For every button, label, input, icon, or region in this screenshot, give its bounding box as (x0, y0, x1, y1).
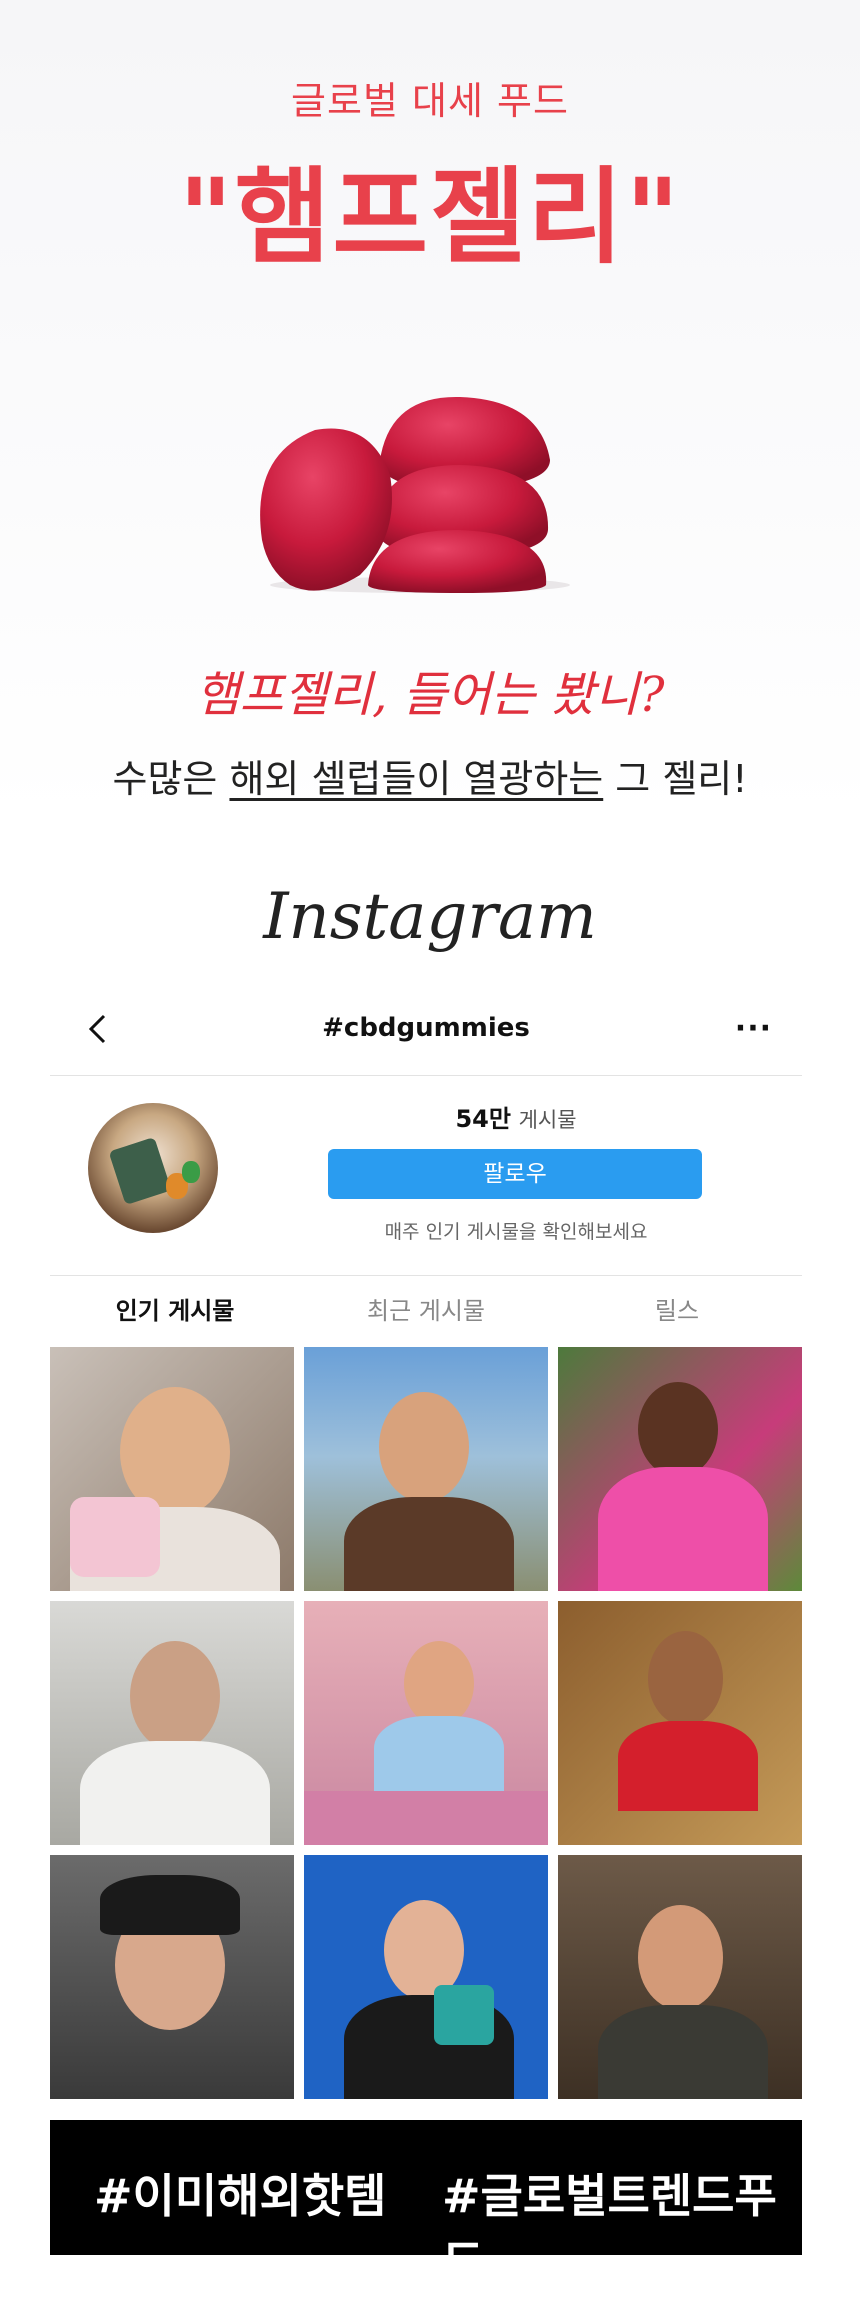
tagline-underlined: 해외 셀럽들이 열광하는 (229, 757, 604, 801)
instagram-hashtag-page: #cbdgummies ··· 54만 게시물 팔로우 매주 인기 게시물을 확… (50, 985, 802, 2289)
hero-script-line: 햄프젤리, 들어는 봤니? (195, 667, 665, 723)
hero-title: "햄프젤리" (178, 156, 682, 278)
post-count-label: 게시물 (518, 1108, 577, 1132)
post-thumbnail[interactable] (304, 1601, 548, 1845)
post-thumbnail[interactable] (50, 1601, 294, 1845)
avatar (88, 1103, 218, 1233)
tab-top-posts[interactable]: 인기 게시물 (50, 1275, 300, 1347)
gummy-bear-icon (182, 1161, 200, 1183)
hashtag-title: #cbdgummies (322, 1013, 530, 1043)
tagline-suffix: 그 젤리! (603, 757, 748, 801)
hashtag-banner: #이미해외핫템 #글로벌트렌드푸드 (50, 2120, 802, 2289)
post-thumbnail[interactable] (50, 1347, 294, 1591)
banner-hashtag-left: #이미해외핫템 (94, 2169, 387, 2223)
weekly-note: 매주 인기 게시물을 확인해보세요 (384, 1221, 648, 1243)
follow-button[interactable]: 팔로우 (328, 1149, 702, 1199)
hashtag-header: #cbdgummies ··· (50, 985, 802, 1076)
post-tabs: 인기 게시물 최근 게시물 릴스 (50, 1275, 802, 1347)
post-thumbnail[interactable] (50, 1855, 294, 2099)
post-count: 54만 게시물 (230, 1099, 802, 1134)
tab-reels[interactable]: 릴스 (552, 1275, 802, 1347)
hero-subtitle: 글로벌 대세 푸드 (291, 79, 569, 123)
tagline-prefix: 수많은 (112, 757, 230, 801)
hemp-gummies-image (260, 396, 570, 593)
post-thumbnail[interactable] (304, 1855, 548, 2099)
hero-section: 글로벌 대세 푸드 "햄프젤리" 햄프젤리, 들어는 봤니? 수많은 해외 셀럽… (0, 0, 860, 820)
post-thumbnail[interactable] (304, 1347, 548, 1591)
more-dots-icon[interactable]: ··· (735, 1011, 772, 1046)
instagram-logo: Instagram (263, 880, 597, 954)
post-count-value: 54만 (455, 1105, 511, 1133)
tab-recent-posts[interactable]: 최근 게시물 (301, 1275, 551, 1347)
hero-tagline: 수많은 해외 셀럽들이 열광하는 그 젤리! (0, 748, 860, 803)
post-grid (50, 1347, 802, 2137)
gummy-jar-icon (108, 1136, 172, 1206)
hashtag-profile: 54만 게시물 팔로우 매주 인기 게시물을 확인해보세요 (50, 1075, 802, 1276)
post-thumbnail[interactable] (558, 1347, 802, 1591)
post-thumbnail[interactable] (558, 1855, 802, 2099)
banner-hashtag-right: #글로벌트렌드푸드 (442, 2169, 777, 2289)
post-thumbnail[interactable] (558, 1601, 802, 1845)
